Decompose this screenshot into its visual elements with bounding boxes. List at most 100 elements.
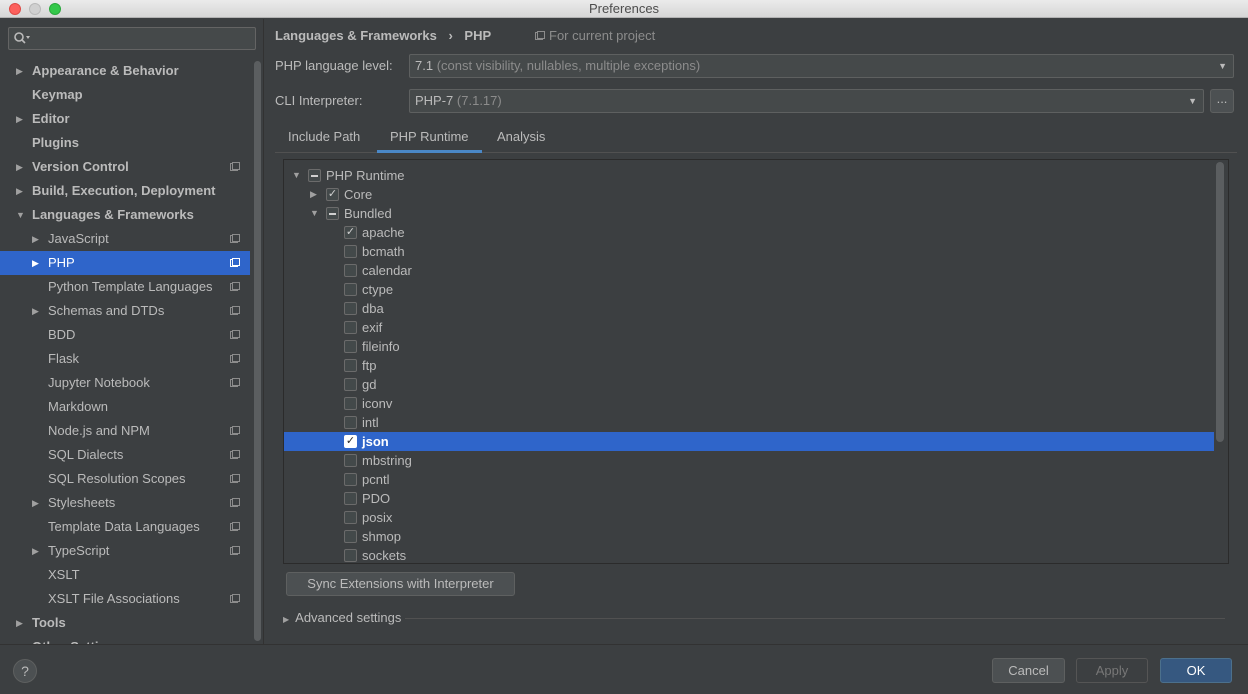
chevron-right-icon[interactable]: ▶ [32,251,39,275]
chevron-right-icon[interactable]: ▶ [32,491,39,515]
checkbox[interactable] [344,530,357,543]
chevron-right-icon[interactable]: ▶ [16,155,23,179]
runtime-item-shmop[interactable]: shmop [284,527,1214,546]
runtime-item-calendar[interactable]: calendar [284,261,1214,280]
sidebar-item-keymap[interactable]: Keymap [0,83,250,107]
tab-analysis[interactable]: Analysis [484,123,558,153]
chevron-right-icon[interactable]: ▶ [16,107,23,131]
settings-search-input[interactable] [8,27,256,50]
cli-interpreter-select[interactable]: PHP-7 (7.1.17) ▼ [409,89,1204,113]
checkbox[interactable] [344,473,357,486]
sidebar-item-stylesheets[interactable]: ▶ Stylesheets [0,491,250,515]
sidebar-item-appearance-behavior[interactable]: ▶ Appearance & Behavior [0,59,250,83]
checkbox[interactable]: ✓ [344,435,357,448]
checkbox[interactable] [344,378,357,391]
sidebar-item-sql-resolution-scopes[interactable]: SQL Resolution Scopes [0,467,250,491]
checkbox[interactable] [344,340,357,353]
runtime-item-ctype[interactable]: ctype [284,280,1214,299]
checkbox[interactable] [344,302,357,315]
sidebar-item-jupyter-notebook[interactable]: Jupyter Notebook [0,371,250,395]
chevron-right-icon[interactable]: ▶ [310,185,317,204]
ok-button[interactable]: OK [1160,658,1232,683]
checkbox[interactable] [344,454,357,467]
sidebar-item-editor[interactable]: ▶ Editor [0,107,250,131]
runtime-item-sockets[interactable]: sockets [284,546,1214,563]
chevron-right-icon[interactable]: ▶ [16,59,23,83]
sidebar-scrollbar-thumb[interactable] [254,61,261,641]
checkbox[interactable] [344,511,357,524]
runtime-item-dba[interactable]: dba [284,299,1214,318]
partial-checkbox[interactable] [308,169,321,182]
checkbox[interactable] [344,549,357,562]
sidebar-item-template-data-languages[interactable]: Template Data Languages [0,515,250,539]
runtime-item-bcmath[interactable]: bcmath [284,242,1214,261]
advanced-settings-toggle[interactable]: ▶ Advanced settings [283,609,401,629]
php-language-level-select[interactable]: 7.1 (const visibility, nullables, multip… [409,54,1234,78]
runtime-item-fileinfo[interactable]: fileinfo [284,337,1214,356]
checkbox[interactable] [344,397,357,410]
cancel-button[interactable]: Cancel [992,658,1065,683]
sidebar-item-other-settings[interactable]: ▶ Other Settings [0,635,250,644]
checkbox[interactable] [344,416,357,429]
runtime-item-core[interactable]: ▶ ✓ Core [284,185,1214,204]
sidebar-item-label: XSLT [48,567,80,582]
sidebar-item-node-js-and-npm[interactable]: Node.js and NPM [0,419,250,443]
sidebar-item-typescript[interactable]: ▶ TypeScript [0,539,250,563]
runtime-item-php-runtime[interactable]: ▼ PHP Runtime [284,166,1214,185]
checkbox[interactable] [344,264,357,277]
runtime-item-exif[interactable]: exif [284,318,1214,337]
chevron-right-icon[interactable]: ▶ [16,635,23,644]
sidebar-item-markdown[interactable]: Markdown [0,395,250,419]
cli-interpreter-browse-button[interactable]: ... [1210,89,1234,113]
help-button[interactable]: ? [13,659,37,683]
chevron-right-icon[interactable]: ▶ [16,179,23,203]
sidebar-item-xslt[interactable]: XSLT [0,563,250,587]
chevron-right-icon[interactable]: ▶ [16,611,23,635]
chevron-down-icon[interactable]: ▼ [310,204,319,223]
sidebar-item-php[interactable]: ▶ PHP [0,251,250,275]
checkbox[interactable]: ✓ [326,188,339,201]
runtime-item-iconv[interactable]: iconv [284,394,1214,413]
chevron-down-icon[interactable]: ▼ [292,166,301,185]
sidebar-item-python-template-languages[interactable]: Python Template Languages [0,275,250,299]
sidebar-item-build-execution-deployment[interactable]: ▶ Build, Execution, Deployment [0,179,250,203]
runtime-item-posix[interactable]: posix [284,508,1214,527]
sidebar-item-javascript[interactable]: ▶ JavaScript [0,227,250,251]
checkbox[interactable] [344,492,357,505]
sidebar-item-tools[interactable]: ▶ Tools [0,611,250,635]
chevron-right-icon[interactable]: ▶ [32,227,39,251]
checkbox[interactable]: ✓ [344,226,357,239]
tab-php-runtime[interactable]: PHP Runtime [377,123,482,153]
chevron-right-icon[interactable]: ▶ [32,299,39,323]
sidebar-item-languages-frameworks[interactable]: ▼ Languages & Frameworks [0,203,250,227]
sidebar-item-version-control[interactable]: ▶ Version Control [0,155,250,179]
runtime-item-gd[interactable]: gd [284,375,1214,394]
sidebar-item-plugins[interactable]: Plugins [0,131,250,155]
breadcrumb-parent[interactable]: Languages & Frameworks [275,27,437,45]
checkbox[interactable] [344,359,357,372]
runtime-item-bundled[interactable]: ▼ Bundled [284,204,1214,223]
checkbox[interactable] [344,321,357,334]
apply-button[interactable]: Apply [1076,658,1148,683]
runtime-item-json[interactable]: ✓ json [284,432,1214,451]
sidebar-scrollbar[interactable] [254,59,262,644]
checkbox[interactable] [344,283,357,296]
runtime-item-mbstring[interactable]: mbstring [284,451,1214,470]
sidebar-item-sql-dialects[interactable]: SQL Dialects [0,443,250,467]
sidebar-item-bdd[interactable]: BDD [0,323,250,347]
runtime-item-ftp[interactable]: ftp [284,356,1214,375]
sidebar-item-flask[interactable]: Flask [0,347,250,371]
chevron-right-icon[interactable]: ▶ [32,539,39,563]
runtime-item-pcntl[interactable]: pcntl [284,470,1214,489]
sync-extensions-button[interactable]: Sync Extensions with Interpreter [286,572,515,596]
runtime-item-apache[interactable]: ✓ apache [284,223,1214,242]
checkbox[interactable] [344,245,357,258]
sidebar-item-xslt-file-associations[interactable]: XSLT File Associations [0,587,250,611]
runtime-item-pdo[interactable]: PDO [284,489,1214,508]
runtime-tree-scrollbar[interactable] [1216,162,1224,442]
chevron-down-icon[interactable]: ▼ [16,203,25,227]
runtime-item-intl[interactable]: intl [284,413,1214,432]
tab-include-path[interactable]: Include Path [275,123,373,153]
partial-checkbox[interactable] [326,207,339,220]
sidebar-item-schemas-and-dtds[interactable]: ▶ Schemas and DTDs [0,299,250,323]
